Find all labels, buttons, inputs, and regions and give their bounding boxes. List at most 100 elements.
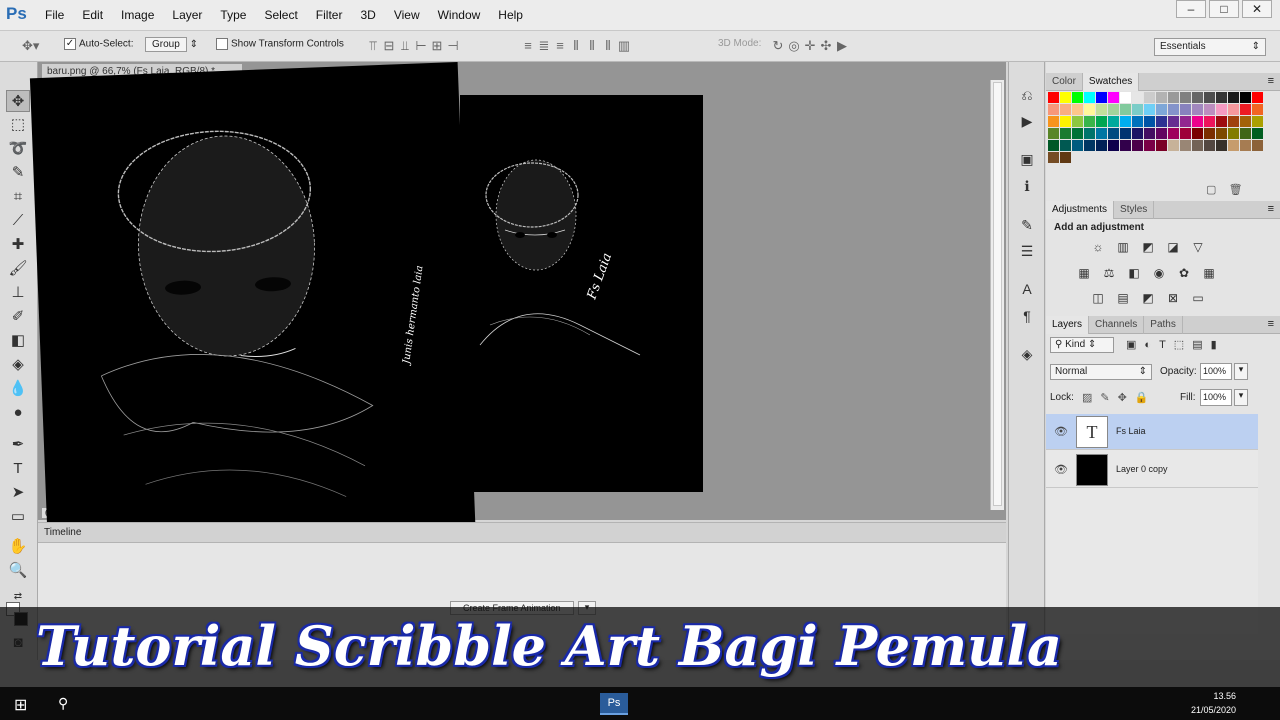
menu-image[interactable]: Image — [121, 8, 154, 22]
info-panel-icon[interactable]: ℹ — [1016, 175, 1038, 197]
quick-select-tool-icon[interactable]: ✎ — [6, 162, 30, 184]
clone-stamp-tool-icon[interactable]: ⊥ — [6, 282, 30, 304]
swatch[interactable] — [1168, 92, 1179, 103]
show-transform-option[interactable]: Show Transform Controls — [216, 38, 344, 50]
swatch[interactable] — [1096, 116, 1107, 127]
distribute-top-icon[interactable]: ≡ — [520, 38, 536, 54]
layer-row[interactable]: 👁 T Fs Laia — [1046, 414, 1258, 450]
smart-object-filter-icon[interactable]: ▤ — [1192, 339, 1210, 351]
3d-slide-icon[interactable]: ✣ — [818, 38, 834, 54]
show-transform-checkbox[interactable] — [216, 38, 228, 50]
align-bottom-icon[interactable]: ⫫ — [397, 38, 413, 54]
swatch[interactable] — [1252, 116, 1263, 127]
swatch[interactable] — [1096, 104, 1107, 115]
swatch[interactable] — [1180, 128, 1191, 139]
healing-brush-tool-icon[interactable]: ✚ — [6, 234, 30, 256]
vertical-scrollbar[interactable] — [990, 80, 1004, 510]
swatch[interactable] — [1192, 128, 1203, 139]
swatch[interactable] — [1084, 140, 1095, 151]
menu-view[interactable]: View — [394, 8, 420, 22]
invert-icon[interactable]: ◫ — [1090, 291, 1106, 305]
lasso-tool-icon[interactable]: ➰ — [6, 138, 30, 160]
swatch[interactable] — [1204, 104, 1215, 115]
3d-panel-icon[interactable]: ◈ — [1016, 343, 1038, 365]
swatch[interactable] — [1060, 104, 1071, 115]
hue-saturation-icon[interactable]: ▦ — [1076, 266, 1092, 280]
auto-select-checkbox[interactable]: ✓ — [64, 38, 76, 50]
swatch[interactable] — [1060, 128, 1071, 139]
swatch[interactable] — [1060, 92, 1071, 103]
swatch[interactable] — [1132, 128, 1143, 139]
new-swatch-icon[interactable]: ▢ — [1206, 184, 1216, 196]
swatch[interactable] — [1048, 128, 1059, 139]
brush-tool-icon[interactable]: 🖌 — [6, 258, 30, 280]
hand-tool-icon[interactable]: ✋ — [6, 536, 30, 558]
swatch[interactable] — [1144, 116, 1155, 127]
swatch[interactable] — [1216, 92, 1227, 103]
menu-help[interactable]: Help — [498, 8, 523, 22]
opacity-slider-button[interactable]: ▾ — [1234, 363, 1248, 380]
3d-drag-icon[interactable]: ✛ — [802, 38, 818, 54]
auto-align-icon[interactable]: ▥ — [616, 38, 632, 54]
swatch[interactable] — [1120, 128, 1131, 139]
filter-toggle-icon[interactable]: ▮ — [1211, 339, 1225, 351]
eraser-tool-icon[interactable]: ◧ — [6, 330, 30, 352]
distribute-bottom-icon[interactable]: ≡ — [552, 38, 568, 54]
swatch[interactable] — [1156, 128, 1167, 139]
swatch[interactable] — [1072, 116, 1083, 127]
shape-tool-icon[interactable]: ▭ — [6, 506, 30, 528]
swatch[interactable] — [1120, 104, 1131, 115]
levels-icon[interactable]: ▥ — [1115, 240, 1131, 254]
swatch[interactable] — [1060, 116, 1071, 127]
swatch[interactable] — [1204, 140, 1215, 151]
align-hcenter-icon[interactable]: ⊞ — [429, 38, 445, 54]
menu-3d[interactable]: 3D — [360, 8, 375, 22]
swatches-grid[interactable] — [1048, 92, 1263, 163]
pixel-filter-icon[interactable]: ▣ — [1126, 339, 1144, 351]
swatch[interactable] — [1072, 104, 1083, 115]
actions-panel-icon[interactable]: ▶ — [1016, 110, 1038, 132]
posterize-icon[interactable]: ▤ — [1115, 291, 1131, 305]
brush-panel-icon[interactable]: ✎ — [1016, 214, 1038, 236]
panel-menu-icon[interactable]: ≡ — [1262, 316, 1280, 332]
swatch[interactable] — [1240, 92, 1251, 103]
document-canvas-small[interactable]: Fs Laia — [460, 95, 703, 492]
swatch[interactable] — [1204, 92, 1215, 103]
history-brush-tool-icon[interactable]: ✐ — [6, 306, 30, 328]
swatch[interactable] — [1084, 116, 1095, 127]
swatch[interactable] — [1048, 140, 1059, 151]
tab-color[interactable]: Color — [1046, 73, 1083, 91]
swatch[interactable] — [1216, 116, 1227, 127]
swatch[interactable] — [1252, 140, 1263, 151]
swatch[interactable] — [1168, 104, 1179, 115]
swatch[interactable] — [1228, 140, 1239, 151]
pen-tool-icon[interactable]: ✒ — [6, 434, 30, 456]
swatch[interactable] — [1096, 92, 1107, 103]
swatch[interactable] — [1192, 104, 1203, 115]
visibility-eye-icon[interactable]: 👁 — [1054, 463, 1068, 476]
swatch[interactable] — [1072, 140, 1083, 151]
swatch[interactable] — [1096, 140, 1107, 151]
scroll-thumb[interactable] — [993, 82, 1002, 506]
windows-start-icon[interactable]: ⊞ — [14, 695, 27, 715]
paint-bucket-tool-icon[interactable]: ◈ — [6, 354, 30, 376]
fill-slider-button[interactable]: ▾ — [1234, 389, 1248, 406]
zoom-tool-icon[interactable]: 🔍 — [6, 560, 30, 582]
tab-paths[interactable]: Paths — [1144, 316, 1183, 334]
swatch[interactable] — [1048, 104, 1059, 115]
align-left-icon[interactable]: ⊢ — [413, 38, 429, 54]
adjustment-filter-icon[interactable]: ◐ — [1144, 339, 1159, 351]
swatch[interactable] — [1132, 104, 1143, 115]
minimize-button[interactable]: – — [1176, 0, 1206, 18]
lock-position-icon[interactable]: ✥ — [1118, 392, 1135, 404]
swatch[interactable] — [1168, 128, 1179, 139]
auto-select-dropdown[interactable]: Group ⇕ — [145, 37, 198, 52]
align-right-icon[interactable]: ⊣ — [445, 38, 461, 54]
lock-all-icon[interactable]: 🔒 — [1135, 392, 1157, 404]
swatch[interactable] — [1252, 92, 1263, 103]
photoshop-taskbar-icon[interactable]: Ps — [600, 693, 628, 715]
lock-transparency-icon[interactable]: ▨ — [1082, 392, 1100, 404]
character-panel-icon[interactable]: A — [1016, 278, 1038, 300]
swatch[interactable] — [1132, 92, 1143, 103]
type-filter-icon[interactable]: T — [1159, 339, 1174, 351]
